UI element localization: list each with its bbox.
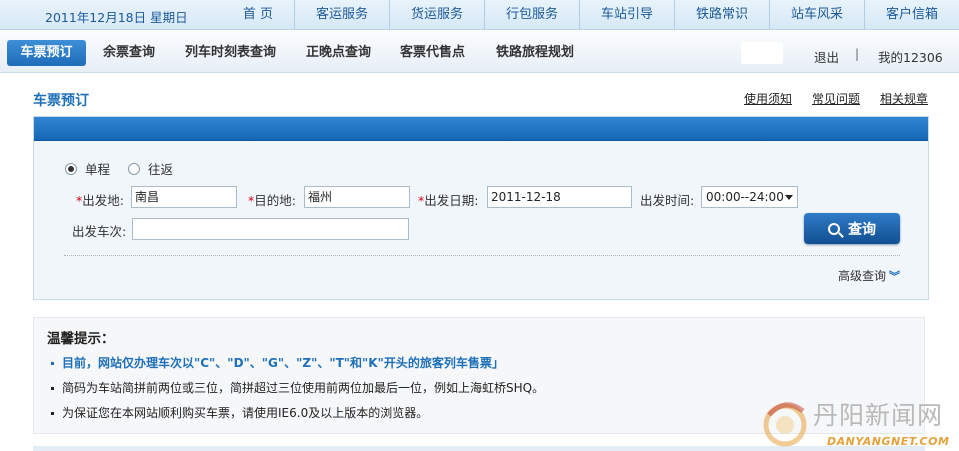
search-button-label: 查询 — [848, 221, 876, 238]
bullet-icon — [51, 387, 54, 390]
to-station-input[interactable]: 福州 — [304, 186, 410, 208]
from-station-input[interactable]: 南昌 — [131, 186, 237, 208]
tips-title: 温馨提示： — [47, 331, 115, 347]
top-nav-mailbox[interactable]: 客户信箱 — [864, 0, 959, 30]
tab-journey-planner[interactable]: 铁路旅程规划 — [496, 40, 574, 66]
my-account-link[interactable]: 我的12306 — [878, 47, 943, 66]
tab-ticket-agents[interactable]: 客票代售点 — [400, 40, 465, 66]
tab-timetable[interactable]: 列车时刻表查询 — [185, 40, 276, 66]
faq-link[interactable]: 常见问题 — [812, 90, 860, 107]
top-nav-menu: 首 页 客运服务 货运服务 行包服务 车站引导 铁路常识 站车风采 客户信箱 — [222, 0, 959, 30]
tab-arrival-status[interactable]: 正晚点查询 — [306, 40, 371, 66]
from-label: *出发地: — [76, 193, 124, 208]
usage-notes-link[interactable]: 使用须知 — [744, 90, 792, 107]
time-label: 出发时间: — [640, 193, 695, 208]
one-way-label: 单程 — [85, 162, 111, 177]
nav-separator: | — [855, 47, 860, 61]
top-nav-home[interactable]: 首 页 — [222, 0, 294, 30]
advanced-search-toggle[interactable]: 高级查询 ︾ — [838, 267, 900, 284]
site-watermark: 丹阳新闻网 DANYANGNET.COM — [755, 395, 959, 451]
tip-item: 目前，网站仅办理车次以"C"、"D"、"G"、"Z"、"T"和"K"开头的旅客列… — [51, 354, 504, 371]
one-way-radio[interactable] — [65, 162, 77, 175]
regulations-link[interactable]: 相关规章 — [880, 90, 928, 107]
double-chevron-down-icon: ︾ — [889, 270, 900, 283]
train-number-label: 出发车次: — [72, 224, 127, 239]
dropdown-arrow-icon — [785, 195, 793, 200]
watermark-subtext: DANYANGNET.COM — [827, 435, 950, 448]
to-label: *目的地: — [248, 193, 296, 208]
tip-item: 简码为车站简拼前两位或三位，简拼超过三位使用前两位加最后一位，例如上海虹桥SHQ… — [51, 379, 544, 396]
date-label: *出发日期: — [418, 193, 479, 208]
top-nav-luggage-service[interactable]: 行包服务 — [484, 0, 579, 30]
username-box — [741, 42, 783, 64]
tip-item: 为保证您在本网站顺利购买车票，请使用IE6.0及以上版本的浏览器。 — [51, 404, 428, 421]
departure-date-input[interactable]: 2011-12-18 — [487, 186, 632, 208]
watermark-text: 丹阳新闻网 — [813, 401, 944, 430]
search-button[interactable]: 查询 — [804, 213, 900, 244]
round-trip-radio[interactable] — [128, 162, 141, 175]
booking-form: 单程 往返 *出发地: 南昌 *目的地: 福州 *出发日期: 2011-12-1… — [33, 116, 929, 300]
logout-link[interactable]: 退出 — [814, 47, 839, 66]
bullet-icon — [51, 412, 54, 415]
bullet-icon — [51, 362, 54, 365]
train-number-input[interactable] — [132, 218, 409, 240]
top-nav: 2011年12月18日 星期日 首 页 客运服务 货运服务 行包服务 车站引导 … — [0, 0, 959, 30]
top-nav-freight-service[interactable]: 货运服务 — [389, 0, 484, 30]
top-nav-railway-knowledge[interactable]: 铁路常识 — [674, 0, 769, 30]
departure-time-select[interactable]: 00:00--24:00 — [701, 186, 798, 208]
tab-remaining-tickets[interactable]: 余票查询 — [103, 40, 155, 66]
function-nav: 车票预订 余票查询 列车时刻表查询 正晚点查询 客票代售点 铁路旅程规划 退出 … — [0, 31, 959, 73]
departure-time-value: 00:00--24:00 — [706, 190, 784, 204]
top-nav-station-gallery[interactable]: 站车风采 — [769, 0, 864, 30]
top-nav-station-guide[interactable]: 车站引导 — [579, 0, 674, 30]
round-trip-label: 往返 — [148, 162, 174, 177]
trip-type-group: 单程 往返 — [65, 159, 191, 178]
form-header-bar — [34, 117, 928, 141]
page-title: 车票预订 — [33, 93, 89, 109]
top-nav-passenger-service[interactable]: 客运服务 — [294, 0, 389, 30]
search-icon — [828, 222, 840, 235]
advanced-search-label: 高级查询 — [837, 269, 886, 283]
tab-ticket-booking[interactable]: 车票预订 — [7, 40, 86, 66]
dotted-divider — [64, 255, 900, 256]
current-date: 2011年12月18日 星期日 — [45, 10, 188, 25]
help-links: 使用须知 常见问题 相关规章 — [744, 90, 928, 107]
watermark-logo-icon — [763, 402, 807, 447]
